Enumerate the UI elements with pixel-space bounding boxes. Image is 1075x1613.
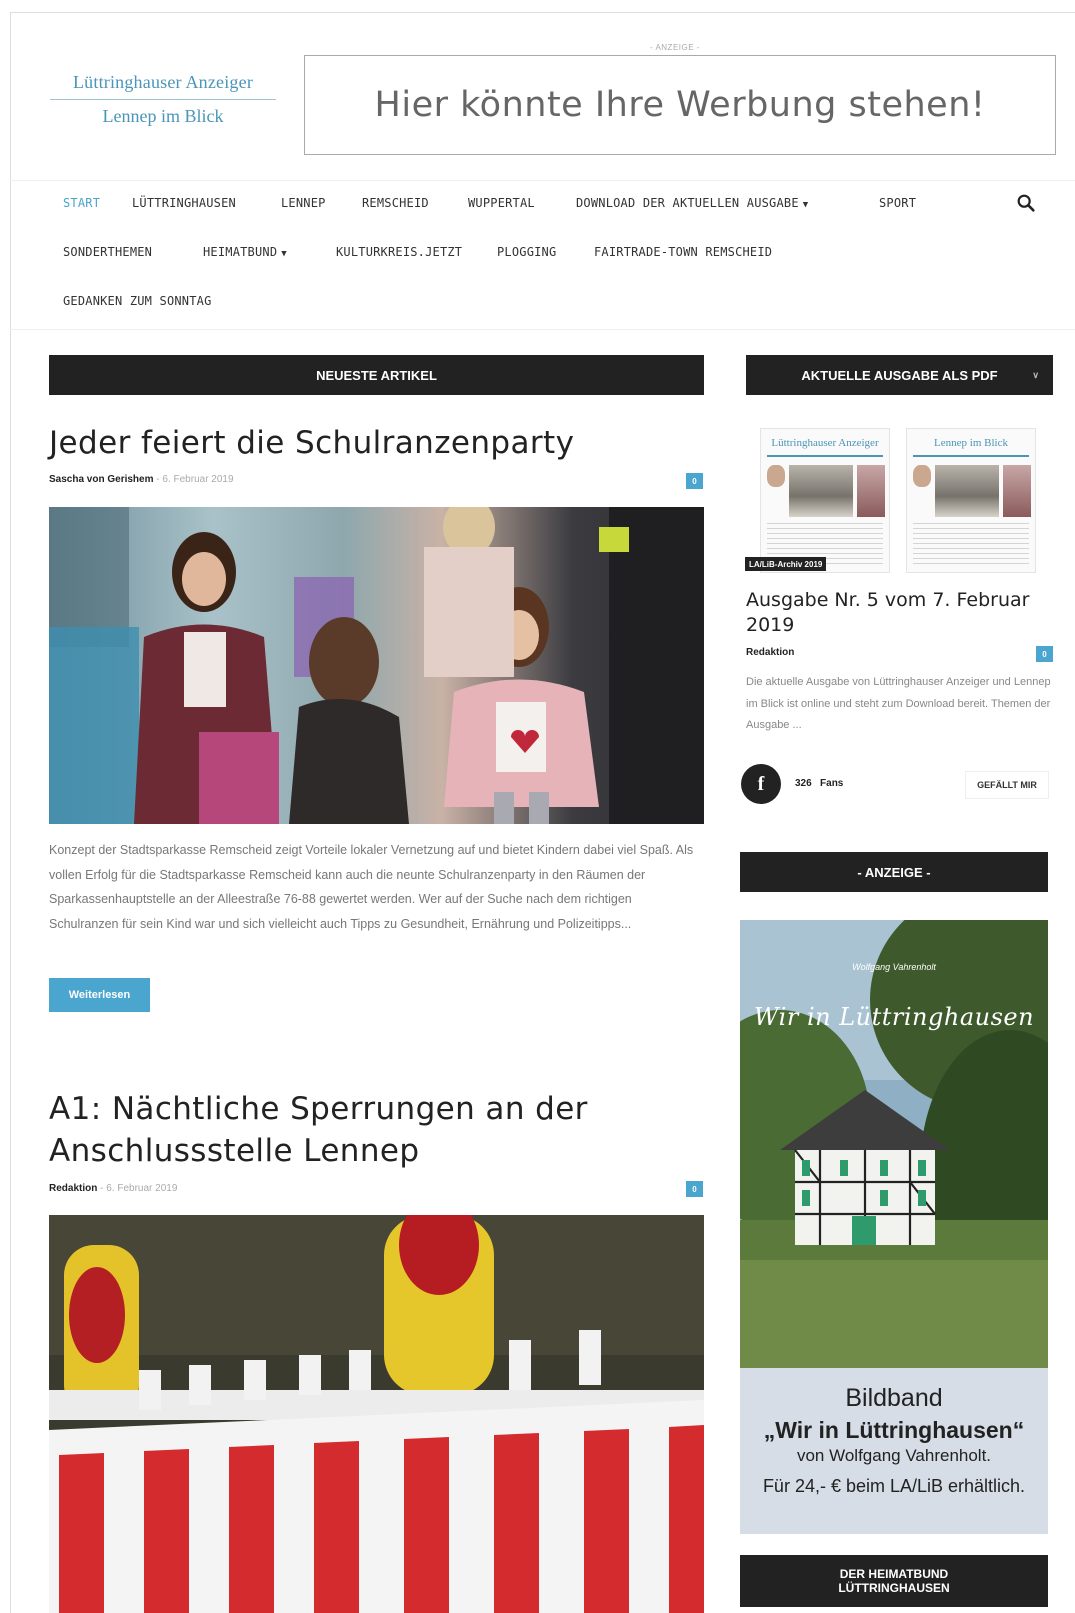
- article-meta: Redaktion - 6. Februar 2019: [49, 1183, 178, 1194]
- sidebar-ad-title: - ANZEIGE -: [740, 852, 1048, 892]
- article-date: 6. Februar 2019: [162, 474, 234, 485]
- article-author[interactable]: Redaktion: [49, 1183, 97, 1194]
- article-title[interactable]: Jeder feiert die Schulranzenparty: [49, 422, 689, 464]
- article-meta: Sascha von Gerishem - 6. Februar 2019: [49, 474, 234, 485]
- read-more-button[interactable]: Weiterlesen: [49, 978, 150, 1012]
- sidebar-ad-text[interactable]: Bildband „Wir in Lüttringhausen“ von Wol…: [740, 1368, 1048, 1534]
- nav-item-heimatbund[interactable]: HEIMATBUND ▼: [203, 245, 287, 259]
- nav-item-plogging[interactable]: PLOGGING: [497, 245, 556, 259]
- nav-item-gedanken[interactable]: GEDANKEN ZUM SONNTAG: [63, 294, 212, 308]
- fans-label: Fans: [820, 778, 844, 789]
- issue-author[interactable]: Redaktion: [746, 647, 794, 658]
- comment-count-badge[interactable]: 0: [686, 473, 703, 489]
- nav-item-sonderthemen[interactable]: SONDERTHEMEN: [63, 245, 152, 259]
- nav-item-luettringhausen[interactable]: LÜTTRINGHAUSEN: [132, 196, 236, 210]
- nav-item-fairtrade[interactable]: FAIRTRADE-TOWN REMSCHEID: [594, 245, 772, 259]
- pdf-thumbnail-lennep[interactable]: Lennep im Blick: [906, 428, 1036, 573]
- ad-label: - ANZEIGE -: [650, 43, 700, 52]
- chevron-down-icon: ▼: [802, 200, 809, 210]
- photo-illustration: [49, 1215, 704, 1613]
- heimatbund-line-2: LÜTTRINGHAUSEN: [838, 1581, 950, 1595]
- nav-item-download-label: DOWNLOAD DER AKTUELLEN AUSGABE: [576, 196, 799, 210]
- issue-title[interactable]: Ausgabe Nr. 5 vom 7. Februar 2019: [746, 588, 1046, 638]
- heimatbund-line-1: DER HEIMATBUND: [839, 1567, 949, 1581]
- thumb-masthead: Lennep im Blick: [934, 437, 1008, 449]
- facebook-icon[interactable]: f: [741, 764, 781, 804]
- logo-line-2: Lennep im Blick: [102, 106, 224, 126]
- search-icon[interactable]: [1015, 192, 1037, 214]
- nav-item-kulturkreis[interactable]: KULTURKREIS.JETZT: [336, 245, 462, 259]
- site-logo[interactable]: Lüttringhauser Anzeiger Lennep im Blick: [48, 72, 278, 127]
- ad-cover-author: Wolfgang Vahrenholt: [852, 962, 936, 972]
- archive-tag[interactable]: LA/LiB-Archiv 2019: [745, 557, 827, 571]
- ad-line-4: Für 24,- € beim LA/LiB erhältlich.: [762, 1476, 1026, 1496]
- article-image-sperrungen[interactable]: [49, 1215, 704, 1613]
- heimatbund-section[interactable]: DER HEIMATBUND LÜTTRINGHAUSEN: [740, 1555, 1048, 1607]
- article-excerpt: Konzept der Stadtsparkasse Remscheid zei…: [49, 843, 694, 931]
- ad-banner[interactable]: Hier könnte Ihre Werbung stehen!: [304, 55, 1056, 155]
- nav-item-start[interactable]: START: [63, 196, 100, 210]
- comment-count-badge[interactable]: 0: [1036, 646, 1053, 662]
- nav-item-heimatbund-label: HEIMATBUND: [203, 245, 278, 259]
- chevron-down-icon: ▼: [281, 249, 287, 259]
- pdf-section-header[interactable]: AKTUELLE AUSGABE ALS PDF ∨: [746, 355, 1053, 395]
- pdf-section-title: AKTUELLE AUSGABE ALS PDF: [801, 367, 998, 383]
- section-title-neueste: NEUESTE ARTIKEL: [49, 355, 704, 395]
- article-date: 6. Februar 2019: [106, 1183, 178, 1194]
- nav-item-download[interactable]: DOWNLOAD DER AKTUELLEN AUSGABE ▼: [576, 196, 808, 210]
- ad-line-2: „Wir in Lüttringhausen“: [763, 1417, 1025, 1443]
- ad-cover-title: Wir in Lüttringhausen: [753, 1003, 1035, 1031]
- facebook-fans: 326 Fans: [795, 778, 843, 789]
- facebook-like-button[interactable]: GEFÄLLT MIR: [965, 771, 1049, 799]
- photo-illustration: [49, 507, 704, 824]
- article-author[interactable]: Sascha von Gerishem: [49, 474, 154, 485]
- chevron-down-icon: ∨: [1032, 369, 1039, 380]
- pdf-thumbnail-anzeiger[interactable]: Lüttringhauser Anzeiger: [760, 428, 890, 573]
- ad-line-3: von Wolfgang Vahrenholt.: [796, 1446, 992, 1465]
- article-title[interactable]: A1: Nächtliche Sperrungen an der Anschlu…: [49, 1088, 689, 1172]
- logo-line-1: Lüttringhauser Anzeiger: [50, 72, 276, 100]
- nav-item-lennep[interactable]: LENNEP: [281, 196, 326, 210]
- book-cover-illustration: [740, 920, 1048, 1368]
- nav-item-wuppertal[interactable]: WUPPERTAL: [468, 196, 535, 210]
- article-image-schulranzenparty[interactable]: [49, 507, 704, 824]
- comment-count-badge[interactable]: 0: [686, 1181, 703, 1197]
- issue-excerpt: Die aktuelle Ausgabe von Lüttringhauser …: [746, 676, 1051, 731]
- fans-count: 326: [795, 778, 812, 789]
- sidebar-ad-image[interactable]: [740, 920, 1048, 1368]
- nav-item-sport[interactable]: SPORT: [879, 196, 916, 210]
- ad-line-1: Bildband: [845, 1384, 943, 1412]
- thumb-masthead: Lüttringhauser Anzeiger: [771, 437, 879, 449]
- nav-item-remscheid[interactable]: REMSCHEID: [362, 196, 429, 210]
